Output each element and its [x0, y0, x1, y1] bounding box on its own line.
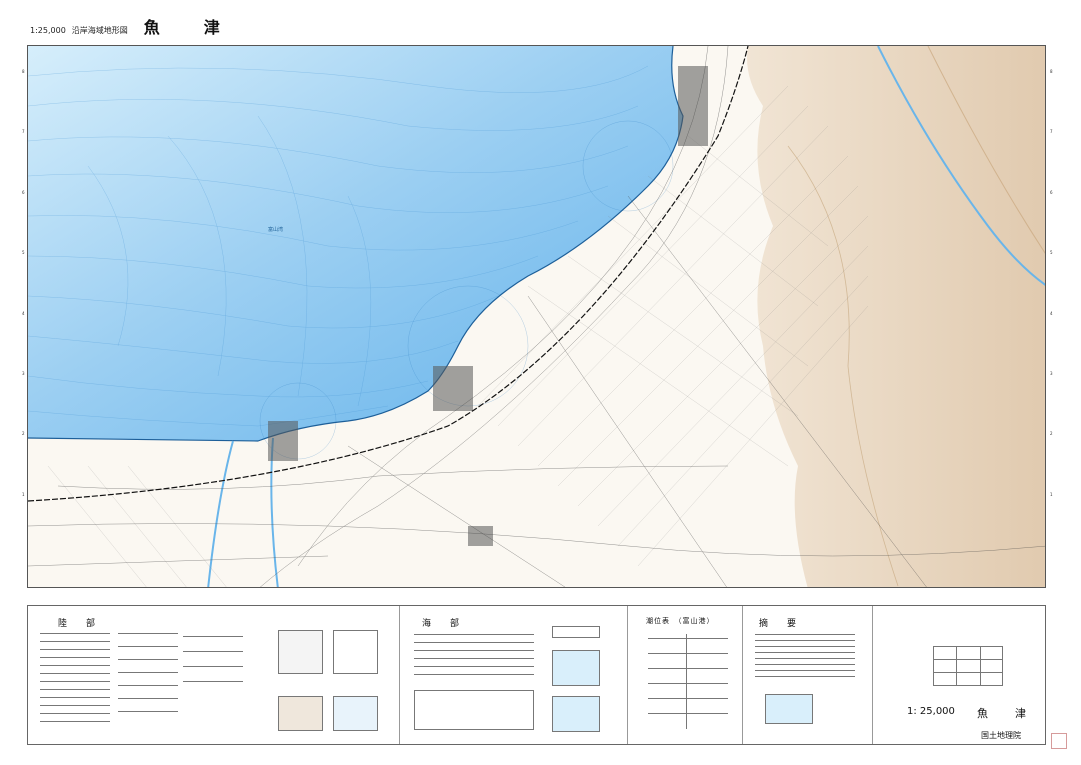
edge-label-right: 2: [1050, 431, 1053, 437]
sheet-name-label: 魚 津: [977, 707, 1034, 720]
map-graphic: 富山湾: [28, 46, 1045, 587]
legend-land-title: 陸 部: [58, 619, 101, 629]
legend-land-panel: 陸 部: [28, 606, 400, 744]
page-title: 魚 津: [143, 18, 234, 37]
legend-sea-panel: 海 部: [400, 606, 628, 744]
title-scale: 1:25,000: [30, 26, 66, 35]
edge-label-left: 4: [22, 310, 25, 316]
edge-label-left: 3: [22, 370, 25, 376]
edge-label-right: 7: [1050, 129, 1053, 135]
legend-tide-title: 潮位表 （富山港）: [646, 617, 715, 625]
edge-label-right: 6: [1050, 189, 1053, 195]
edge-label-left: 6: [22, 189, 25, 195]
title-subtitle: 沿岸海域地形図: [71, 26, 128, 35]
edge-label-right: 3: [1050, 370, 1053, 376]
edge-label-left: 8: [22, 69, 25, 74]
legend-index-panel: 1: 25,000 魚 津 国土地理院: [873, 606, 1045, 744]
sea-name-label: 富山湾: [268, 226, 283, 233]
sheet-scale-label: 1: 25,000: [907, 706, 955, 717]
legend-summary-panel: 摘 要: [743, 606, 873, 744]
seal-stamp: [1051, 733, 1067, 749]
map-sheet: 1:25,000 沿岸海域地形図 魚 津 富山湾 陸 部 海 部 潮位表 （富山…: [0, 0, 1081, 765]
edge-label-left: 5: [22, 250, 25, 256]
edge-label-right: 1: [1050, 491, 1053, 497]
legend-tide-panel: 潮位表 （富山港）: [628, 606, 743, 744]
publisher-label: 国土地理院: [981, 731, 1021, 740]
map-title-row: 1:25,000 沿岸海域地形図 魚 津: [30, 14, 234, 37]
legend-sea-title: 海 部: [422, 619, 465, 629]
map-legend: 陸 部 海 部 潮位表 （富山港） 摘 要 1: 25,000 魚 津 国土地理…: [27, 605, 1046, 745]
map-canvas[interactable]: 富山湾: [27, 45, 1046, 588]
edge-label-right: 5: [1050, 250, 1053, 256]
edge-label-right: 4: [1050, 310, 1053, 316]
edge-label-left: 1: [22, 491, 25, 497]
legend-summary-title: 摘 要: [759, 619, 802, 629]
edge-label-right: 8: [1050, 69, 1053, 74]
edge-label-left: 7: [22, 129, 25, 135]
edge-label-left: 2: [22, 431, 25, 437]
